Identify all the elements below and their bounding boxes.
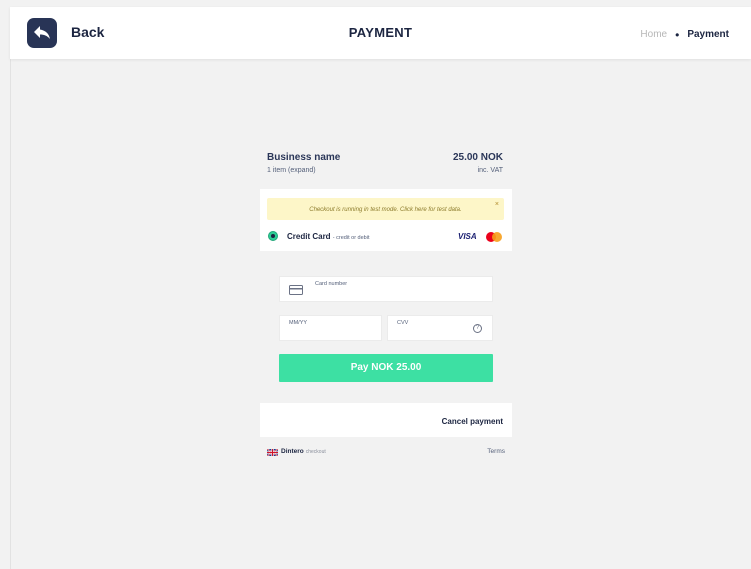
brand-sub: checkout bbox=[305, 449, 326, 455]
top-bar: Back PAYMENT Home • Payment bbox=[10, 7, 751, 59]
cancel-payment-link[interactable]: Cancel payment bbox=[442, 417, 503, 426]
payment-method-card: Checkout is running in test mode. Click … bbox=[260, 189, 512, 251]
card-number-field[interactable]: Card number bbox=[279, 276, 493, 302]
credit-card-option[interactable]: Credit Card - credit or debit bbox=[287, 232, 369, 241]
credit-card-sublabel: - credit or debit bbox=[332, 235, 370, 241]
expiry-field[interactable]: MM/YY bbox=[279, 315, 382, 341]
cvv-help-icon[interactable]: ? bbox=[473, 324, 482, 333]
credit-card-radio[interactable] bbox=[268, 231, 278, 241]
dintero-brand: Dintero checkout bbox=[281, 448, 326, 455]
footer: Dintero checkout Terms bbox=[267, 448, 505, 460]
cvv-placeholder: CVV bbox=[397, 320, 409, 326]
business-name: Business name bbox=[267, 152, 341, 163]
breadcrumb: Home • Payment bbox=[640, 27, 729, 42]
brand-name: Dintero bbox=[281, 448, 304, 455]
expiry-placeholder: MM/YY bbox=[289, 320, 308, 326]
items-expand-link[interactable]: 1 item (expand) bbox=[267, 167, 316, 174]
test-mode-banner[interactable]: Checkout is running in test mode. Click … bbox=[267, 198, 504, 220]
visa-logo: VISA bbox=[458, 232, 477, 241]
breadcrumb-current: Payment bbox=[687, 29, 729, 40]
mastercard-logo-icon bbox=[486, 232, 502, 242]
test-mode-text: Checkout is running in test mode. Click … bbox=[309, 207, 462, 213]
order-amount: 25.00 NOK bbox=[452, 152, 503, 163]
credit-card-label: Credit Card bbox=[287, 232, 331, 241]
breadcrumb-home-link[interactable]: Home bbox=[640, 29, 667, 40]
uk-flag-icon[interactable] bbox=[267, 449, 278, 456]
cvv-field[interactable]: CVV ? bbox=[387, 315, 493, 341]
terms-link[interactable]: Terms bbox=[487, 448, 505, 455]
credit-card-icon bbox=[289, 285, 303, 295]
close-banner-icon[interactable]: × bbox=[495, 201, 499, 208]
card-number-placeholder: Card number bbox=[315, 281, 348, 287]
cancel-card: Cancel payment bbox=[260, 403, 512, 437]
breadcrumb-separator: • bbox=[675, 27, 680, 42]
pay-button[interactable]: Pay NOK 25.00 bbox=[279, 354, 493, 382]
vat-note: inc. VAT bbox=[477, 167, 503, 174]
